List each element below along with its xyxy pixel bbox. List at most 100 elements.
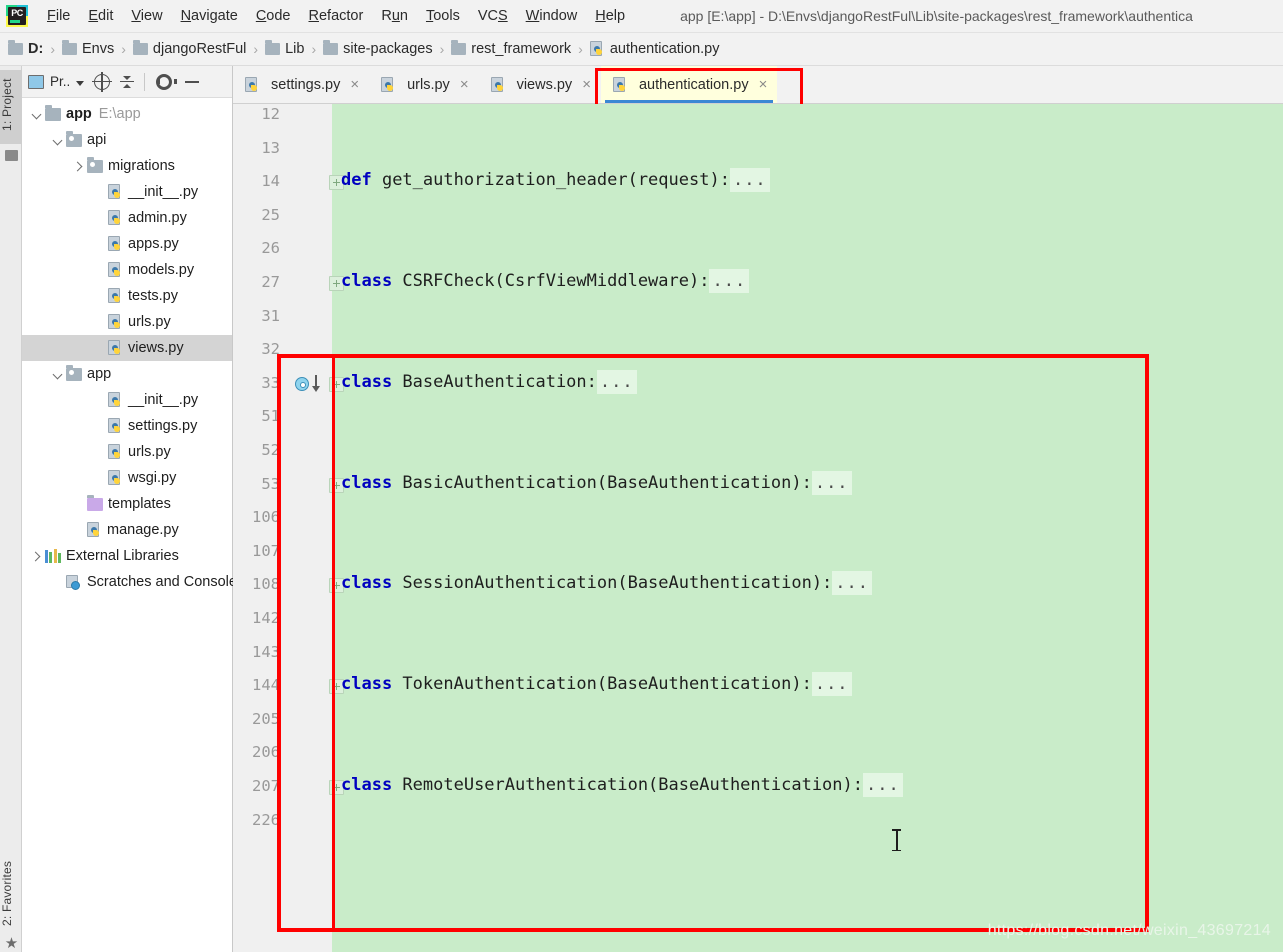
chevron-right-icon[interactable] bbox=[72, 160, 85, 173]
tree-item-external-libraries[interactable]: External Libraries bbox=[22, 543, 232, 569]
tree-item-admin-py[interactable]: admin.py bbox=[22, 205, 232, 231]
folder-icon bbox=[265, 40, 281, 55]
tree-item-app[interactable]: app bbox=[22, 361, 232, 387]
close-icon[interactable]: × bbox=[759, 77, 768, 92]
close-icon[interactable]: × bbox=[582, 77, 591, 92]
folded-code-ellipsis[interactable]: ... bbox=[729, 168, 770, 193]
chevron-right-icon[interactable] bbox=[30, 550, 43, 563]
tree-item-views-py[interactable]: views.py bbox=[22, 335, 232, 361]
breadcrumb-separator: › bbox=[578, 41, 583, 57]
tree-item-tests-py[interactable]: tests.py bbox=[22, 283, 232, 309]
menu-item-code[interactable]: Code bbox=[247, 4, 300, 28]
breadcrumb-item-site-packages[interactable]: site-packages bbox=[323, 40, 433, 57]
run-class-icon[interactable] bbox=[295, 376, 309, 391]
menu-item-run[interactable]: Run bbox=[372, 4, 417, 28]
tree-item-urls-py[interactable]: urls.py bbox=[22, 439, 232, 465]
code-viewport[interactable]: 12 13 14 25 26 27 31 32 33 51 52 53 106 107 108 142 143 1… bbox=[233, 104, 1283, 952]
menu-item-window[interactable]: Window bbox=[517, 4, 587, 28]
breadcrumb-item-rest-framework[interactable]: rest_framework bbox=[451, 40, 571, 57]
menu-item-tools[interactable]: Tools bbox=[417, 4, 469, 28]
tree-item-manage-py[interactable]: manage.py bbox=[22, 517, 232, 543]
line-number-gutter[interactable]: 12 13 14 25 26 27 31 32 33 51 52 53 106 107 108 142 143 1… bbox=[233, 104, 332, 952]
menu-item-vcs[interactable]: VCS bbox=[469, 4, 517, 28]
tree-item-label: api bbox=[87, 132, 107, 148]
collapse-all-icon[interactable] bbox=[119, 74, 135, 90]
close-icon[interactable]: × bbox=[350, 77, 359, 92]
line-number: 143 bbox=[252, 642, 280, 661]
chevron-down-icon[interactable] bbox=[51, 368, 64, 381]
close-icon[interactable]: × bbox=[460, 77, 469, 92]
text-cursor-icon bbox=[892, 829, 901, 851]
breadcrumb-item-djangorestful[interactable]: djangoRestFul bbox=[132, 40, 246, 57]
pycharm-logo-icon: PC bbox=[6, 5, 28, 27]
tree-item-wsgi-py[interactable]: wsgi.py bbox=[22, 465, 232, 491]
breadcrumb-label: authentication.py bbox=[609, 41, 720, 57]
folded-code-ellipsis[interactable]: ... bbox=[709, 269, 750, 293]
code-line[interactable]: class BaseAuthentication:... bbox=[341, 369, 637, 394]
code-line[interactable]: class RemoteUserAuthentication(BaseAuthe… bbox=[341, 773, 903, 797]
menu-item-refactor[interactable]: Refactor bbox=[300, 4, 373, 28]
tree-item-api[interactable]: api bbox=[22, 127, 232, 153]
python-file-icon bbox=[108, 340, 123, 356]
tree-item-label: templates bbox=[108, 496, 171, 512]
code-line[interactable]: class SessionAuthentication(BaseAuthenti… bbox=[341, 571, 873, 596]
tree-item---init---py[interactable]: __init__.py bbox=[22, 387, 232, 413]
code-line[interactable]: class TokenAuthentication(BaseAuthentica… bbox=[341, 672, 852, 697]
python-file-icon bbox=[381, 76, 396, 93]
tree-item-app[interactable]: app E:\app bbox=[22, 101, 232, 127]
breadcrumb-items: D: › Envs › djangoRestFul › Lib › site-packages ›… bbox=[8, 40, 720, 57]
tree-item-label: urls.py bbox=[128, 314, 171, 330]
code-line[interactable]: def get_authorization_header(request):..… bbox=[341, 168, 770, 193]
tree-item-settings-py[interactable]: settings.py bbox=[22, 413, 232, 439]
tree-item-label: admin.py bbox=[128, 210, 187, 226]
tree-item---init---py[interactable]: __init__.py bbox=[22, 179, 232, 205]
editor-tab-urls-py[interactable]: urls.py × bbox=[369, 66, 478, 103]
folded-code-ellipsis[interactable]: ... bbox=[811, 672, 852, 697]
python-file-icon bbox=[108, 314, 123, 330]
editor-tab-settings-py[interactable]: settings.py × bbox=[233, 66, 369, 103]
folded-code-ellipsis[interactable]: ... bbox=[863, 773, 903, 797]
menu-item-navigate[interactable]: Navigate bbox=[172, 4, 247, 28]
folded-code-ellipsis[interactable]: ... bbox=[832, 571, 873, 596]
menu-item-help[interactable]: Help bbox=[586, 4, 634, 28]
hide-panel-icon[interactable] bbox=[185, 80, 200, 83]
tool-tab-favorites[interactable]: 2: Favorites bbox=[0, 856, 22, 932]
editor-tab-views-py[interactable]: views.py × bbox=[479, 66, 601, 103]
menu-item-view[interactable]: View bbox=[122, 4, 171, 28]
breadcrumb-item-d-[interactable]: D: bbox=[8, 40, 43, 57]
line-number: 52 bbox=[261, 441, 280, 459]
folded-code-ellipsis[interactable]: ... bbox=[596, 369, 637, 394]
settings-gear-icon[interactable] bbox=[156, 73, 177, 90]
code-keyword: class bbox=[341, 573, 393, 594]
menu-item-edit[interactable]: Edit bbox=[79, 4, 122, 28]
tree-item-apps-py[interactable]: apps.py bbox=[22, 231, 232, 257]
chevron-down-icon[interactable] bbox=[76, 81, 85, 86]
breadcrumb-item-lib[interactable]: Lib bbox=[265, 40, 304, 57]
project-view-icon[interactable] bbox=[28, 74, 44, 89]
breadcrumb-item-envs[interactable]: Envs bbox=[61, 40, 114, 57]
tree-item-templates[interactable]: templates bbox=[22, 491, 232, 517]
tool-tab-project[interactable]: 1: Project bbox=[0, 70, 22, 144]
chevron-down-icon[interactable] bbox=[30, 108, 43, 121]
python-file-icon bbox=[108, 418, 123, 434]
code-line[interactable]: class CSRFCheck(CsrfViewMiddleware):... bbox=[341, 269, 750, 293]
tree-item-urls-py[interactable]: urls.py bbox=[22, 309, 232, 335]
project-view-label[interactable]: Pr.. bbox=[50, 74, 70, 89]
chevron-down-icon[interactable] bbox=[51, 134, 64, 147]
breadcrumb-item-authentication-py[interactable]: authentication.py bbox=[589, 41, 720, 57]
locate-file-icon[interactable] bbox=[92, 71, 113, 92]
python-file-icon bbox=[245, 76, 260, 93]
python-file-icon bbox=[589, 41, 605, 57]
tree-item-migrations[interactable]: migrations bbox=[22, 153, 232, 179]
menu-item-file[interactable]: File bbox=[38, 4, 79, 28]
breadcrumb[interactable]: D: › Envs › djangoRestFul › Lib › site-packages ›… bbox=[0, 33, 1283, 66]
python-file-icon bbox=[108, 288, 123, 304]
tree-item-scratches-and-console[interactable]: Scratches and Console bbox=[22, 569, 237, 595]
code-line[interactable]: class BasicAuthentication(BaseAuthentica… bbox=[341, 470, 852, 495]
line-number: 108 bbox=[252, 575, 280, 594]
editor-tab-authentication-py[interactable]: authentication.py × bbox=[600, 66, 778, 103]
tree-item-models-py[interactable]: models.py bbox=[22, 257, 232, 283]
folded-code-ellipsis[interactable]: ... bbox=[811, 470, 852, 495]
